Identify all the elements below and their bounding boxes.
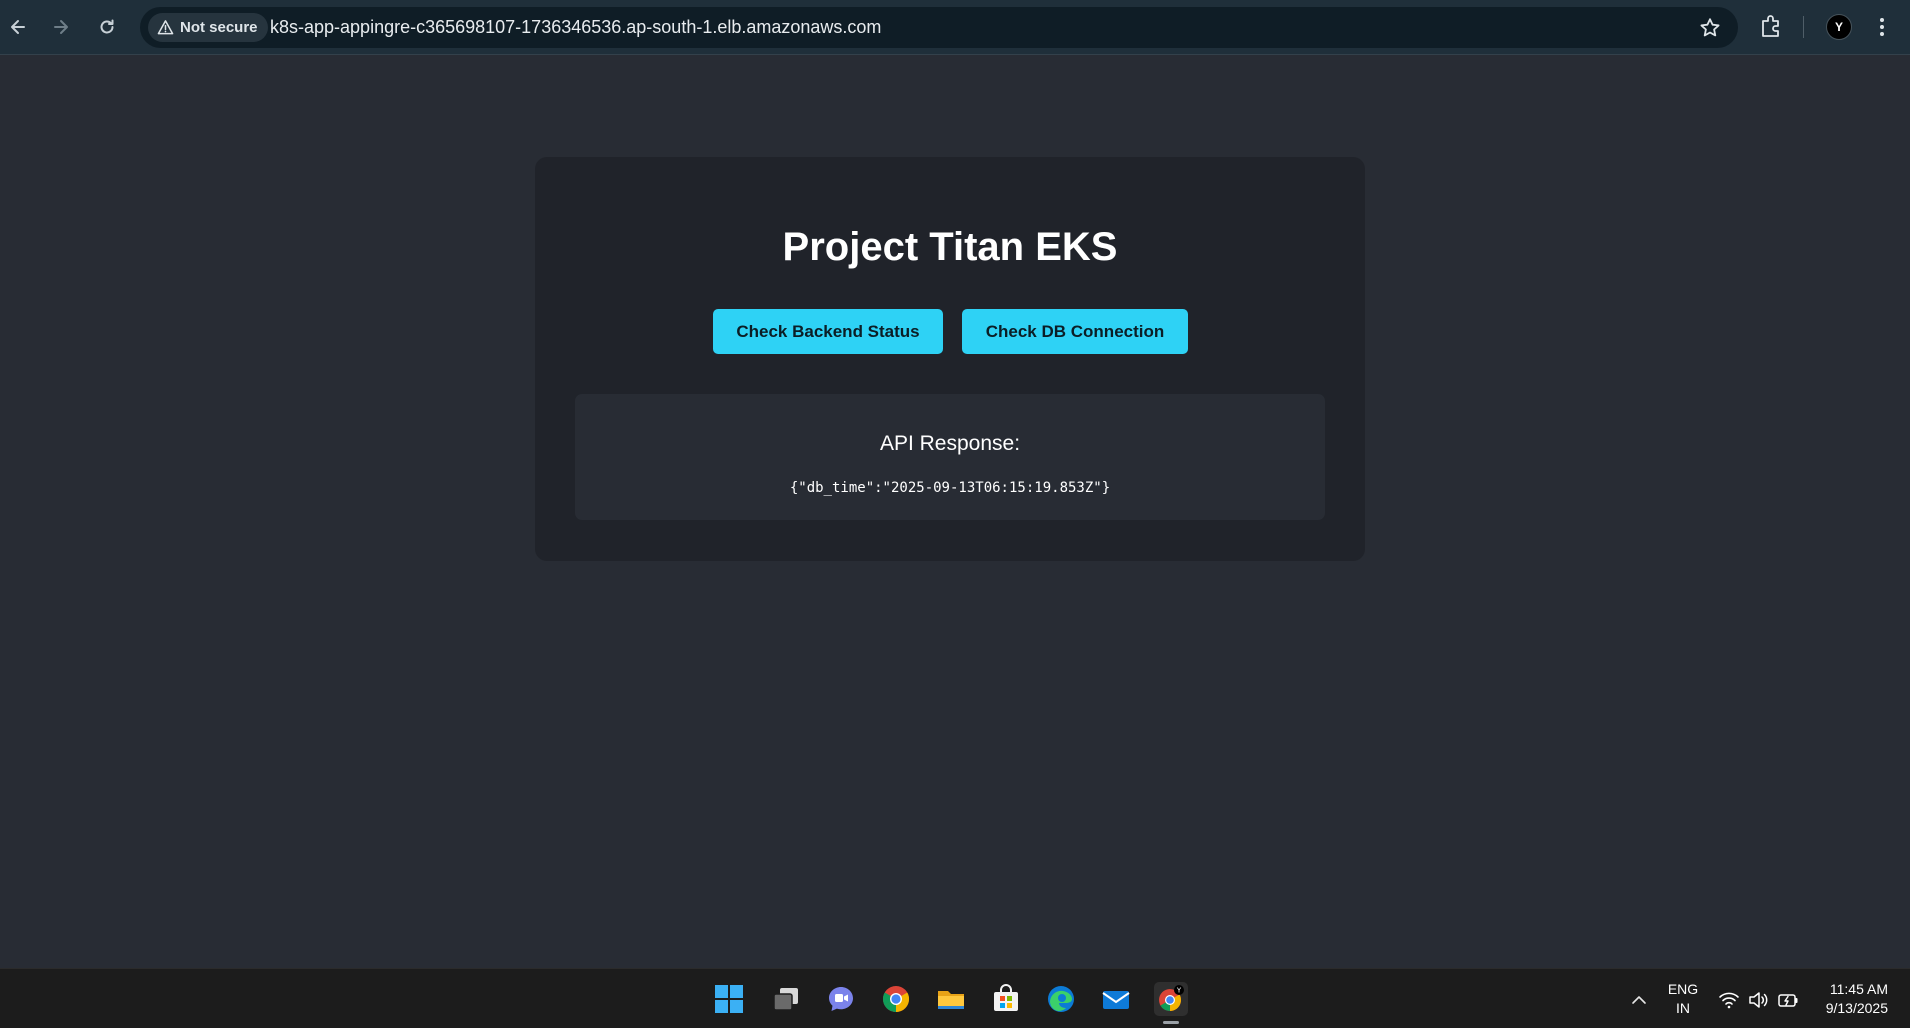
battery-icon[interactable] <box>1777 989 1799 1011</box>
check-db-connection-button[interactable]: Check DB Connection <box>962 309 1188 354</box>
page-title: Project Titan EKS <box>782 225 1118 269</box>
main-card: Project Titan EKS Check Backend Status C… <box>535 157 1365 561</box>
file-explorer-icon[interactable] <box>934 982 968 1016</box>
url-text[interactable]: k8s-app-appingre-c365698107-1736346536.a… <box>270 17 881 38</box>
address-bar[interactable]: Not secure k8s-app-appingre-c365698107-1… <box>140 7 1738 48</box>
browser-toolbar: Not secure k8s-app-appingre-c365698107-1… <box>0 0 1910 55</box>
language-code: ENG <box>1667 981 1699 997</box>
svg-text:Y: Y <box>1176 987 1182 995</box>
back-button[interactable] <box>3 12 33 42</box>
chrome-profile-icon[interactable]: Y <box>1154 982 1188 1016</box>
clock-time: 11:45 AM <box>1829 981 1888 997</box>
forward-button[interactable] <box>46 12 76 42</box>
system-clock[interactable]: 11:45 AM 9/13/2025 <box>1808 980 1888 1018</box>
language-region: IN <box>1676 1000 1690 1016</box>
reload-button[interactable] <box>92 12 122 42</box>
arrow-right-icon <box>54 20 68 34</box>
microsoft-store-icon[interactable] <box>989 982 1023 1016</box>
language-indicator[interactable]: ENG IN <box>1663 980 1703 1018</box>
taskbar: Y ENG IN 11:45 AM 9/13/2025 <box>0 968 1910 1028</box>
active-app-indicator <box>1163 1021 1179 1024</box>
security-label: Not secure <box>180 19 258 36</box>
warning-icon <box>157 20 174 35</box>
chevron-up-icon[interactable] <box>1630 991 1648 1009</box>
api-response-body: {"db_time":"2025-09-13T06:15:19.853Z"} <box>789 480 1111 496</box>
volume-icon[interactable] <box>1747 989 1769 1011</box>
teams-chat-icon[interactable] <box>824 982 858 1016</box>
wifi-icon[interactable] <box>1718 989 1740 1011</box>
windows-start-icon[interactable] <box>712 982 746 1016</box>
arrow-left-icon <box>11 20 25 34</box>
clock-date: 9/13/2025 <box>1825 1000 1888 1016</box>
reload-icon <box>100 19 114 34</box>
profile-avatar[interactable]: Y <box>1826 14 1852 40</box>
toolbar-divider <box>1803 16 1804 38</box>
mail-icon[interactable] <box>1099 982 1133 1016</box>
check-backend-status-button[interactable]: Check Backend Status <box>713 309 943 354</box>
edge-icon[interactable] <box>1044 982 1078 1016</box>
api-response-heading: API Response: <box>879 432 1021 455</box>
kebab-menu-icon[interactable] <box>1876 14 1888 40</box>
profile-initial: Y <box>1834 20 1843 34</box>
bookmark-star-icon[interactable] <box>1698 16 1722 40</box>
chrome-icon[interactable] <box>879 982 913 1016</box>
extensions-puzzle-icon[interactable] <box>1758 13 1784 41</box>
security-indicator[interactable]: Not secure <box>148 13 268 42</box>
api-response-panel: API Response: {"db_time":"2025-09-13T06:… <box>575 394 1325 520</box>
task-view-icon[interactable] <box>769 982 803 1016</box>
